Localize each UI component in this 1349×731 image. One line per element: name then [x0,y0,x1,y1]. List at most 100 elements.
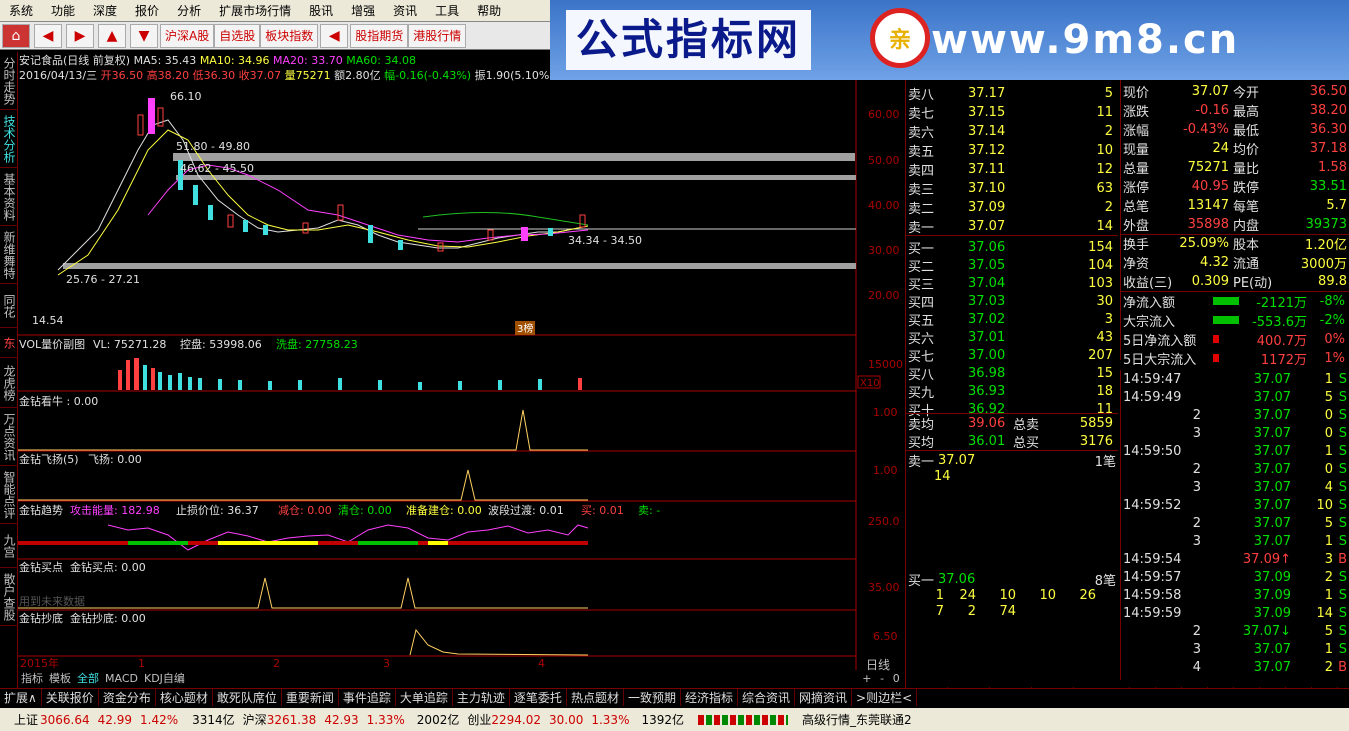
zoom-out-button[interactable]: - [880,672,884,685]
function-tab[interactable]: 主力轨迹 [453,689,510,706]
menu-enhance[interactable]: 增强 [342,2,384,19]
bid-row[interactable]: 买二 37.05 104 [906,256,1118,275]
function-tab[interactable]: 事件追踪 [339,689,396,706]
tab-technical[interactable]: 技术分析 [0,110,18,168]
sector-index-button[interactable]: 板块指数 [260,23,319,48]
ask-row[interactable]: 卖三 37.10 63 [906,179,1118,198]
bid-row[interactable]: 买九 36.93 18 [906,382,1118,401]
function-tab[interactable]: 关联报价 [42,689,99,706]
menu-function[interactable]: 功能 [42,2,84,19]
tab-template[interactable]: 模板 [46,670,74,686]
ind3-swing: 波段过渡: 0.01 [488,503,564,517]
index-futures-button[interactable]: 股指期货 [350,23,409,48]
bid-row[interactable]: 买七 37.00 207 [906,346,1118,365]
tab-kdj[interactable]: KDJ自编 [141,670,188,686]
function-tab[interactable]: 一致预期 [624,689,681,706]
function-tab[interactable]: 经济指标 [681,689,738,706]
tab-eastmoney[interactable]: 东财 [0,328,18,358]
ask-row[interactable]: 卖一 37.07 14 [906,217,1118,236]
shanghai-shenzhen-a-button[interactable]: 沪深A股 [160,23,215,48]
function-tab[interactable]: 核心题材 [156,689,213,706]
function-tab[interactable]: 热点题材 [567,689,624,706]
menu-help[interactable]: 帮助 [468,2,510,19]
tab-new-dim[interactable]: 新维舞特 [0,226,18,284]
tab-retail[interactable]: 散户查股 [0,568,18,626]
menu-info[interactable]: 资讯 [384,2,426,19]
tab-wandian[interactable]: 万点资讯 [0,408,18,466]
tab-dragon-tiger[interactable]: 龙虎榜 [0,358,18,408]
function-tab[interactable]: 扩展∧ [0,689,42,706]
function-tab[interactable]: 网摘资讯 [795,689,853,706]
up-icon[interactable]: ▲ [98,23,126,48]
tick-time: 2 [1192,623,1201,639]
quote-row: 现价 37.07 今开 36.50 [1121,82,1349,101]
quote-row: 换手 25.09% 股本 1.20亿 [1121,234,1349,253]
tab-smart-review[interactable]: 智能点评 [0,466,18,524]
ask-price: 37.11 [968,161,1006,177]
function-tab[interactable]: 大单追踪 [396,689,453,706]
ask-row[interactable]: 卖六 37.14 2 [906,122,1118,141]
function-tab[interactable]: 综合资讯 [738,689,795,706]
sh-change: 42.99 [97,712,132,727]
menu-system[interactable]: 系统 [0,2,42,19]
chart-canvas[interactable]: 60.00 50.00 40.00 30.00 20.00 66.10 51.8… [18,80,905,670]
function-tab[interactable]: 敢死队席位 [213,689,282,706]
bid-row[interactable]: 买五 37.02 3 [906,310,1118,329]
tab-fundamentals[interactable]: 基本资料 [0,168,18,226]
tick-time: 14:59:57 [1123,569,1182,585]
watchlist-button[interactable]: 自选股 [214,23,261,48]
down-icon[interactable]: ▼ [130,23,158,48]
bid-volume: 3 [1104,311,1113,327]
tick-row: 14:59:57 37.09 2 S [1121,568,1349,586]
period-label[interactable]: 日线 [866,656,890,673]
tick-side: S [1338,425,1347,441]
function-tab[interactable]: >则边栏< [852,689,918,706]
tab-macd[interactable]: MACD [102,672,141,685]
tab-nine-grid[interactable]: 九宫图 [0,524,18,568]
back-icon[interactable]: ◀ [34,23,62,48]
function-tab[interactable]: 重要新闻 [282,689,339,706]
ind4-line [18,577,588,609]
bid-row[interactable]: 买六 37.01 43 [906,328,1118,347]
quote-key2: 最低 [1233,123,1260,139]
ask-row[interactable]: 卖七 37.15 11 [906,103,1118,122]
hk-stocks-button[interactable]: 港股行情 [408,23,467,48]
ask-row[interactable]: 卖八 37.17 5 [906,84,1118,103]
sz-label: 沪深 [242,713,267,727]
quote-val1: 24 [1212,140,1229,156]
menu-tools[interactable]: 工具 [426,2,468,19]
menu-news[interactable]: 股讯 [300,2,342,19]
ad-banner[interactable]: 公式指标网 www.9m8.cn [550,0,1349,80]
bid-row[interactable]: 买八 36.98 15 [906,364,1118,383]
tab-all[interactable]: 全部 [74,670,102,686]
function-tab[interactable]: 逐笔委托 [510,689,567,706]
home-icon[interactable]: ⌂ [2,23,30,48]
forward-icon[interactable]: ▶ [66,23,94,48]
tab-ths[interactable]: 同花顺 [0,284,18,328]
ask-row[interactable]: 卖五 37.12 10 [906,141,1118,160]
bid-row[interactable]: 买一 37.06 154 [906,238,1118,257]
bid-volume: 43 [1096,329,1113,345]
zoom-reset-button[interactable]: 0 [893,672,900,685]
zoom-in-button[interactable]: + [862,672,871,685]
tick-side: B [1338,551,1347,567]
ask-row[interactable]: 卖二 37.09 2 [906,198,1118,217]
bid-row[interactable]: 买四 37.03 30 [906,292,1118,311]
menu-analysis[interactable]: 分析 [168,2,210,19]
tick-side: S [1338,443,1347,459]
function-tab[interactable]: 资金分布 [99,689,156,706]
bid-row[interactable]: 买三 37.04 103 [906,274,1118,293]
menu-depth[interactable]: 深度 [84,2,126,19]
menu-quote[interactable]: 报价 [126,2,168,19]
tab-indicator[interactable]: 指标 [18,670,46,686]
avg-sell-row: 卖均 39.06 总卖 5859 [906,414,1118,433]
flow-pct: 0% [1324,331,1345,347]
tab-intraday[interactable]: 分时走势 [0,52,18,110]
menu-extended[interactable]: 扩展市场行情 [210,2,300,19]
vol-xp: 洗盘: 27758.23 [276,337,358,351]
ask-row[interactable]: 卖四 37.11 12 [906,160,1118,179]
prev-icon[interactable]: ◀ [320,23,349,48]
bid-price: 37.05 [968,257,1006,273]
avg-buy: 36.01 [968,433,1006,449]
ind1-axis: 1.00 [873,406,898,419]
